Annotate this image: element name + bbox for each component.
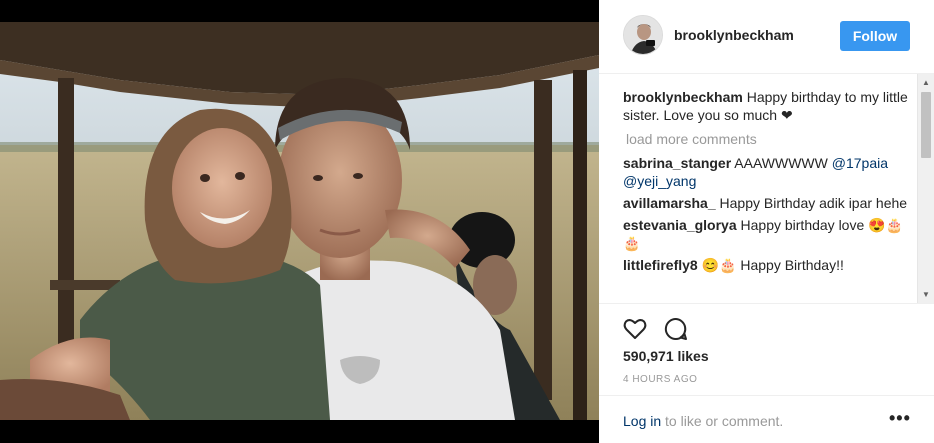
comment-username[interactable]: avillamarsha_ xyxy=(623,195,716,211)
post-footer: Log in to like or comment. ••• xyxy=(599,395,934,443)
comment-username[interactable]: sabrina_stanger xyxy=(623,155,731,171)
caption-comment: brooklynbeckham Happy birthday to my lit… xyxy=(623,88,918,124)
triangle-down-icon[interactable]: ▼ xyxy=(918,286,934,303)
list-item: avillamarsha_ Happy Birthday adik ipar h… xyxy=(623,194,918,212)
triangle-up-icon[interactable]: ▲ xyxy=(918,74,934,91)
comments-scrollbar[interactable]: ▲ ▼ xyxy=(917,74,934,303)
avatar[interactable] xyxy=(623,15,663,55)
more-options-icon[interactable]: ••• xyxy=(889,408,911,429)
comments-list[interactable]: brooklynbeckham Happy birthday to my lit… xyxy=(623,88,918,302)
follow-button[interactable]: Follow xyxy=(840,21,910,51)
post-timestamp: 4 HOURS AGO xyxy=(623,374,698,385)
post-header: brooklynbeckham Follow xyxy=(599,0,934,74)
speech-bubble-icon[interactable] xyxy=(663,316,689,342)
post-author-username[interactable]: brooklynbeckham xyxy=(674,27,794,43)
list-item: estevania_glorya Happy birthday love 😍🎂🎂 xyxy=(623,216,918,252)
likes-count[interactable]: 590,971 likes xyxy=(623,348,709,364)
heart-outline-icon[interactable] xyxy=(622,316,648,342)
comment-text: 😊🎂 Happy Birthday!! xyxy=(697,257,844,273)
comment-text: AAAWWWWW xyxy=(731,155,832,171)
scrollbar-thumb[interactable] xyxy=(921,92,931,158)
login-prompt: Log in to like or comment. xyxy=(623,413,783,429)
load-more-comments-link[interactable]: load more comments xyxy=(626,130,918,148)
comment-text: Happy Birthday adik ipar hehe xyxy=(715,195,908,211)
comment-username[interactable]: littlefirefly8 xyxy=(623,257,698,273)
avatar-image xyxy=(624,16,662,54)
login-link[interactable]: Log in xyxy=(623,413,661,429)
post-image xyxy=(0,0,599,443)
list-item: littlefirefly8 😊🎂 Happy Birthday!! xyxy=(623,256,918,274)
post-details-panel: brooklynbeckham Follow brooklynbeckham H… xyxy=(599,0,934,443)
comment-username[interactable]: estevania_glorya xyxy=(623,217,737,233)
mention-link[interactable]: @17paia xyxy=(832,155,888,171)
list-item: sabrina_stanger AAAWWWWW @17paia @yeji_ya… xyxy=(623,154,918,190)
post-actions: 590,971 likes 4 HOURS AGO xyxy=(599,303,934,395)
login-prompt-text: to like or comment. xyxy=(661,413,784,429)
mention-link[interactable]: @yeji_yang xyxy=(623,173,696,189)
comment-username[interactable]: brooklynbeckham xyxy=(623,89,743,105)
post-photo[interactable] xyxy=(0,0,599,443)
